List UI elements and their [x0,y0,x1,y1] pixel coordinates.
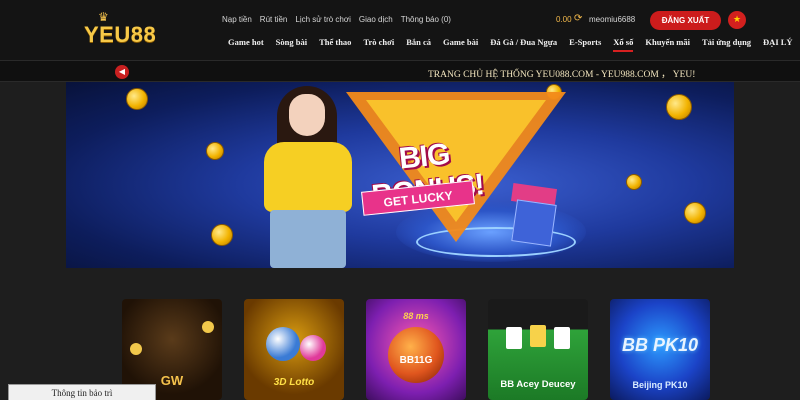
top-link-notifications[interactable]: Thông báo (0) [401,15,451,24]
nav-item-agent[interactable]: ĐẠI LÝ [757,37,799,47]
top-link-deposit[interactable]: Nạp tiền [222,15,252,24]
nav-item-promotions[interactable]: Khuyến mãi [639,37,696,47]
coin-icon [126,88,148,110]
coin-icon [211,224,233,246]
logo-text: YEU88 [84,22,157,47]
game-tiles: GW 3D Lotto 88 ms BB11G BB Acey Deucey B… [122,299,712,400]
nav-item-sports[interactable]: Thể thao [313,37,357,47]
lottery-ball-icon [266,327,300,361]
main-nav: Game hot Sòng bài Thể thao Trò chơi Bắn … [222,37,799,52]
game-tile-label: Beijing PK10 [632,380,688,390]
playing-card-icon [506,327,522,349]
refresh-icon[interactable]: ⟳ [574,13,582,24]
speaker-icon: ◀ [115,65,129,79]
coin-icon [626,174,642,190]
nav-item-casino[interactable]: Sòng bài [270,37,313,47]
game-tile-bb11g[interactable]: 88 ms BB11G [366,299,466,400]
logo[interactable]: ♛ YEU88 [84,10,174,50]
top-link-withdraw[interactable]: Rút tiền [260,15,288,24]
coin-icon [206,142,224,160]
balance-value: 0.00 [556,15,572,24]
nav-item-games[interactable]: Trò chơi [357,37,400,47]
game-tile-sublabel: 88 ms [403,311,429,321]
nav-item-fishing[interactable]: Bắn cá [400,37,437,47]
nav-item-card-games[interactable]: Game bài [437,37,484,47]
game-tile-3d-lotto[interactable]: 3D Lotto [244,299,344,400]
playing-card-icon [530,325,546,347]
game-tile-logo-text: BB PK10 [621,335,699,355]
header: ♛ YEU88 Nạp tiền Rút tiền Lịch sử trò ch… [0,0,800,60]
nav-item-game-hot[interactable]: Game hot [222,37,270,47]
top-link-game-history[interactable]: Lịch sử trò chơi [295,15,351,24]
promo-banner[interactable]: BIG BONUS! GET LUCKY [66,82,734,268]
vietnam-flag-icon[interactable]: ★ [728,11,746,29]
nav-item-lottery[interactable]: Xổ số [607,37,639,52]
nav-item-download-app[interactable]: Tải ứng dụng [696,37,757,47]
coin-icon [666,94,692,120]
nav-item-cockfight-racing[interactable]: Đá Gà / Đua Ngựa [484,37,563,47]
announcement-bar: ◀ TRANG CHỦ HỆ THỐNG YEU088.COM - YEU988… [0,60,800,82]
nav-item-esports[interactable]: E-Sports [563,37,607,47]
top-link-transactions[interactable]: Giao dịch [359,15,393,24]
game-tile-beijing-pk10[interactable]: BB PK10 Beijing PK10 [610,299,710,400]
lottery-ball-icon [300,335,326,361]
lottery-ball-icon [202,321,214,333]
lottery-ball-icon [130,343,142,355]
coin-icon [684,202,706,224]
logout-button[interactable]: ĐĂNG XUẤT [650,11,721,30]
page: ♛ YEU88 Nạp tiền Rút tiền Lịch sử trò ch… [0,0,800,400]
playing-card-icon [554,327,570,349]
announcement-text: TRANG CHỦ HỆ THỐNG YEU088.COM - YEU988.C… [428,70,696,80]
game-tile-bb-acey-deucey[interactable]: BB Acey Deucey [488,299,588,400]
gift-box-body [511,199,557,247]
game-tile-label: 3D Lotto [273,377,315,388]
game-tile-label: BB Acey Deucey [500,379,576,390]
username[interactable]: meomiu6688 [589,15,635,24]
top-links: Nạp tiền Rút tiền Lịch sử trò chơi Giao … [222,15,451,24]
maintenance-info-tab[interactable]: Thông tin bảo trì [8,384,156,400]
game-tile-label: BB11G [399,355,433,366]
